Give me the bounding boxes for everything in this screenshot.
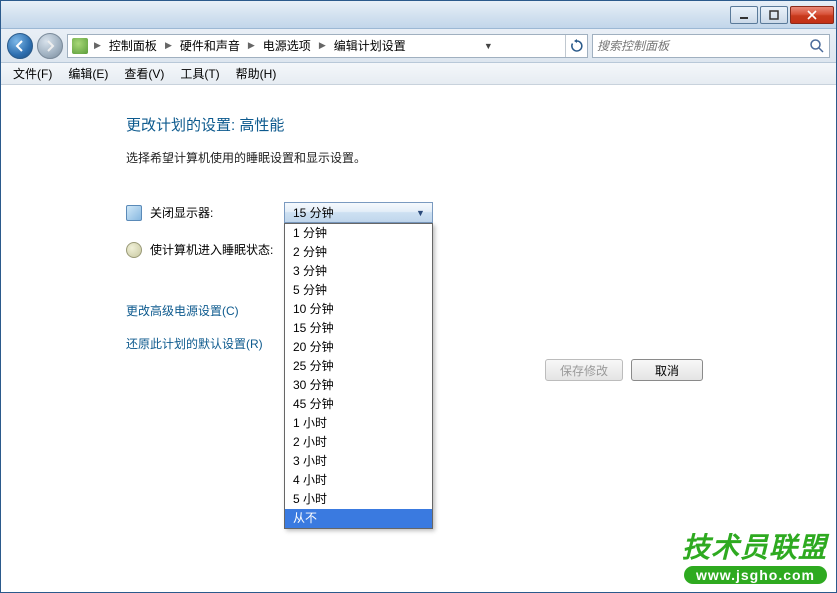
control-panel-icon (72, 38, 88, 54)
close-button[interactable] (790, 6, 834, 24)
page-description: 选择希望计算机使用的睡眠设置和显示设置。 (126, 149, 835, 166)
cancel-button[interactable]: 取消 (631, 359, 703, 381)
setting-sleep: 使计算机进入睡眠状态: (126, 241, 835, 258)
moon-icon (126, 242, 142, 258)
save-button[interactable]: 保存修改 (545, 359, 623, 381)
combo-option[interactable]: 3 小时 (285, 452, 432, 471)
breadcrumb-item[interactable]: 电源选项 (257, 35, 317, 57)
breadcrumb-dropdown[interactable]: ▼ (479, 35, 497, 57)
menubar: 文件(F) 编辑(E) 查看(V) 工具(T) 帮助(H) (1, 63, 836, 85)
combo-option[interactable]: 2 分钟 (285, 243, 432, 262)
window-frame: ▶ 控制面板 ▶ 硬件和声音 ▶ 电源选项 ▶ 编辑计划设置 ▼ 文件(F) 编… (0, 0, 837, 593)
menu-view[interactable]: 查看(V) (116, 63, 172, 84)
search-icon[interactable] (809, 38, 825, 54)
combo-option[interactable]: 10 分钟 (285, 300, 432, 319)
links-section: 更改高级电源设置(C) 还原此计划的默认设置(R) (126, 302, 835, 352)
combo-option[interactable]: 1 小时 (285, 414, 432, 433)
menu-file[interactable]: 文件(F) (5, 63, 60, 84)
menu-help[interactable]: 帮助(H) (228, 63, 285, 84)
combo-value: 15 分钟 (293, 204, 334, 221)
menu-tools[interactable]: 工具(T) (172, 63, 227, 84)
content-pane: 更改计划的设置: 高性能 选择希望计算机使用的睡眠设置和显示设置。 关闭显示器:… (2, 86, 835, 591)
breadcrumb-item[interactable]: 编辑计划设置 (328, 35, 412, 57)
address-bar-row: ▶ 控制面板 ▶ 硬件和声音 ▶ 电源选项 ▶ 编辑计划设置 ▼ (1, 29, 836, 63)
page-title: 更改计划的设置: 高性能 (126, 114, 835, 135)
monitor-icon (126, 205, 142, 221)
watermark-title: 技术员联盟 (682, 526, 827, 566)
maximize-button[interactable] (760, 6, 788, 24)
combo-option[interactable]: 从不 (285, 509, 432, 528)
search-box (592, 34, 830, 58)
chevron-right-icon: ▶ (317, 40, 328, 51)
watermark-url: www.jsgho.com (684, 566, 827, 584)
watermark: 技术员联盟 www.jsgho.com (682, 526, 827, 585)
combo-option[interactable]: 20 分钟 (285, 338, 432, 357)
advanced-settings-link[interactable]: 更改高级电源设置(C) (126, 302, 835, 319)
chevron-right-icon: ▶ (246, 40, 257, 51)
setting-label: 使计算机进入睡眠状态: (150, 241, 284, 258)
chevron-right-icon: ▶ (92, 40, 103, 51)
combo-option[interactable]: 2 小时 (285, 433, 432, 452)
setting-label: 关闭显示器: (150, 204, 284, 221)
combo-option[interactable]: 1 分钟 (285, 224, 432, 243)
display-timeout-select[interactable]: 15 分钟 ▼ (284, 202, 433, 223)
window-controls (730, 6, 836, 24)
combo-option[interactable]: 45 分钟 (285, 395, 432, 414)
chevron-right-icon: ▶ (163, 40, 174, 51)
restore-defaults-link[interactable]: 还原此计划的默认设置(R) (126, 335, 835, 352)
minimize-button[interactable] (730, 6, 758, 24)
action-row: 保存修改 取消 (545, 359, 703, 381)
combo-option[interactable]: 5 分钟 (285, 281, 432, 300)
forward-button[interactable] (37, 33, 63, 59)
chevron-down-icon: ▼ (413, 208, 428, 218)
back-button[interactable] (7, 33, 33, 59)
combo-option[interactable]: 5 小时 (285, 490, 432, 509)
titlebar (1, 1, 836, 29)
combo-option[interactable]: 15 分钟 (285, 319, 432, 338)
breadcrumb-item[interactable]: 硬件和声音 (174, 35, 246, 57)
combo-option[interactable]: 30 分钟 (285, 376, 432, 395)
refresh-button[interactable] (565, 35, 587, 57)
breadcrumb: ▶ 控制面板 ▶ 硬件和声音 ▶ 电源选项 ▶ 编辑计划设置 ▼ (67, 34, 588, 58)
combo-option[interactable]: 4 小时 (285, 471, 432, 490)
setting-turn-off-display: 关闭显示器: 15 分钟 ▼ 1 分钟2 分钟3 分钟5 分钟10 分钟15 分… (126, 202, 835, 223)
search-input[interactable] (597, 39, 809, 53)
combo-option[interactable]: 25 分钟 (285, 357, 432, 376)
menu-edit[interactable]: 编辑(E) (60, 63, 116, 84)
breadcrumb-item[interactable]: 控制面板 (103, 35, 163, 57)
display-timeout-combo: 15 分钟 ▼ 1 分钟2 分钟3 分钟5 分钟10 分钟15 分钟20 分钟2… (284, 202, 433, 223)
display-timeout-options: 1 分钟2 分钟3 分钟5 分钟10 分钟15 分钟20 分钟25 分钟30 分… (284, 223, 433, 529)
combo-option[interactable]: 3 分钟 (285, 262, 432, 281)
